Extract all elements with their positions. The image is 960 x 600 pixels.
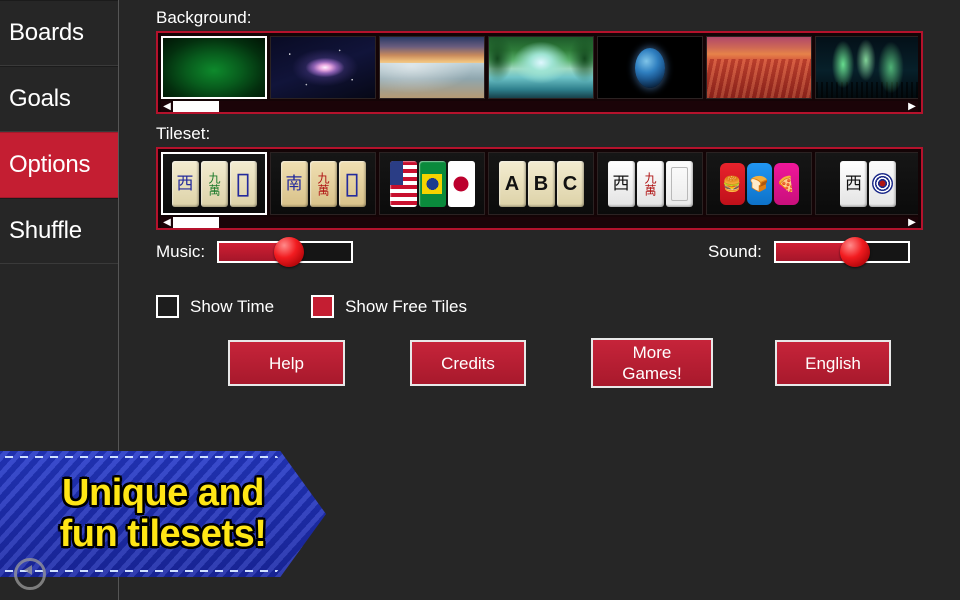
tileset-thumb-letters[interactable]: A B C xyxy=(488,152,594,215)
background-thumb-earth-from-space[interactable] xyxy=(597,36,703,99)
scroll-left-icon[interactable]: ◀ xyxy=(161,217,173,228)
music-slider[interactable] xyxy=(217,237,354,267)
mahjong-tile: 九萬 xyxy=(309,160,337,207)
checkbox-show-free-tiles[interactable]: Show Free Tiles xyxy=(311,295,467,318)
burger-icon: 🍔 xyxy=(719,162,745,205)
letter-tile: A xyxy=(498,160,526,207)
tileset-thumb-bamboo-circles[interactable]: 西 xyxy=(815,152,918,215)
checkbox-label: Show Time xyxy=(190,296,275,316)
tileset-scrollbar[interactable]: ◀ ▶ xyxy=(161,217,918,228)
background-thumb-red-desert[interactable] xyxy=(706,36,812,99)
checkbox-box[interactable] xyxy=(156,295,179,318)
letter-tile: B xyxy=(527,160,555,207)
background-carousel[interactable]: ◀ ▶ xyxy=(156,31,923,114)
music-slider-knob[interactable] xyxy=(274,237,305,267)
sound-slider-knob[interactable] xyxy=(840,237,871,267)
tileset-thumb-classic-tan[interactable]: 南 九萬 ▯ xyxy=(270,152,376,215)
scroll-right-icon[interactable]: ▶ xyxy=(906,217,918,228)
sidebar-item-goals[interactable]: Goals xyxy=(0,66,118,132)
checkbox-label: Show Free Tiles xyxy=(345,296,467,316)
sidebar-item-shuffle[interactable]: Shuffle xyxy=(0,198,118,264)
music-label: Music: xyxy=(156,242,206,261)
banner-line-2: fun tilesets! xyxy=(59,513,267,555)
tileset-thumb-strip: 西 九萬 ▯ 南 九萬 ▯ A B C 西 九萬 🍔 🍞 🍕 西 xyxy=(161,152,918,215)
background-section-label: Background: xyxy=(156,8,252,27)
credits-button[interactable]: Credits xyxy=(410,340,526,386)
mahjong-tile: 西 xyxy=(607,160,635,207)
scroll-left-icon[interactable]: ◀ xyxy=(161,101,173,112)
banner-text: Unique and fun tilesets! xyxy=(0,451,326,577)
button-row: Help Credits More Games! English xyxy=(119,338,960,390)
letter-tile: C xyxy=(556,160,584,207)
mahjong-tile: 南 xyxy=(280,160,308,207)
back-arrow-icon[interactable] xyxy=(14,558,46,590)
mahjong-tile: ▯ xyxy=(229,160,257,207)
flag-tile-japan xyxy=(447,160,475,207)
background-thumb-galaxy[interactable] xyxy=(270,36,376,99)
sidebar-item-label: Shuffle xyxy=(9,217,82,244)
blank-tile-frame xyxy=(670,166,688,201)
tileset-carousel[interactable]: 西 九萬 ▯ 南 九萬 ▯ A B C 西 九萬 🍔 🍞 🍕 西 ◀ ▶ xyxy=(156,147,923,230)
background-thumb-jungle-waterfall[interactable] xyxy=(488,36,594,99)
circle-tile xyxy=(869,160,896,207)
mahjong-tile: 西 xyxy=(840,160,867,207)
tileset-thumb-classic-ivory[interactable]: 西 九萬 ▯ xyxy=(161,152,267,215)
background-thumb-aurora-borealis[interactable] xyxy=(815,36,918,99)
sound-slider-row: Sound: xyxy=(708,237,910,267)
tileset-thumb-white-modern[interactable]: 西 九萬 xyxy=(597,152,703,215)
tileset-thumb-food-icons[interactable]: 🍔 🍞 🍕 xyxy=(706,152,812,215)
bread-icon: 🍞 xyxy=(746,162,772,205)
banner-line-1: Unique and xyxy=(62,472,264,514)
scrollbar-thumb[interactable] xyxy=(173,217,219,228)
checkbox-box[interactable] xyxy=(311,295,335,318)
background-thumb-green-felt[interactable] xyxy=(161,36,267,99)
background-scrollbar[interactable]: ◀ ▶ xyxy=(161,101,918,112)
background-thumb-strip xyxy=(161,36,918,99)
sidebar-item-options[interactable]: Options xyxy=(0,132,118,198)
language-button[interactable]: English xyxy=(775,340,891,386)
mahjong-tile: ▯ xyxy=(338,160,366,207)
more-games-button[interactable]: More Games! xyxy=(591,338,713,388)
sidebar-item-boards[interactable]: Boards xyxy=(0,0,118,66)
tileset-section-label: Tileset: xyxy=(156,124,211,143)
blank-tile xyxy=(665,160,693,207)
scroll-right-icon[interactable]: ▶ xyxy=(906,101,918,112)
sound-slider[interactable] xyxy=(773,237,910,267)
pizza-icon: 🍕 xyxy=(773,162,799,205)
sidebar-item-label: Goals xyxy=(9,85,71,112)
flag-tile-brazil xyxy=(418,160,446,207)
promo-banner[interactable]: Unique and fun tilesets! xyxy=(0,451,326,577)
circle-dot-icon xyxy=(872,173,893,194)
mahjong-tile: 西 xyxy=(171,160,199,207)
mahjong-tile: 九萬 xyxy=(636,160,664,207)
sound-label: Sound: xyxy=(708,242,762,261)
help-button[interactable]: Help xyxy=(228,340,345,386)
sidebar-item-label: Options xyxy=(9,151,91,178)
mahjong-tile: 九萬 xyxy=(200,160,228,207)
checkbox-row: Show Time Show Free Tiles xyxy=(156,295,504,318)
checkbox-show-time[interactable]: Show Time xyxy=(156,295,274,318)
tileset-thumb-flags[interactable] xyxy=(379,152,485,215)
flag-tile-usa xyxy=(389,160,417,207)
music-slider-row: Music: xyxy=(156,237,354,267)
scrollbar-thumb[interactable] xyxy=(173,101,219,112)
sidebar-item-label: Boards xyxy=(9,19,84,46)
background-thumb-beach-sunset[interactable] xyxy=(379,36,485,99)
